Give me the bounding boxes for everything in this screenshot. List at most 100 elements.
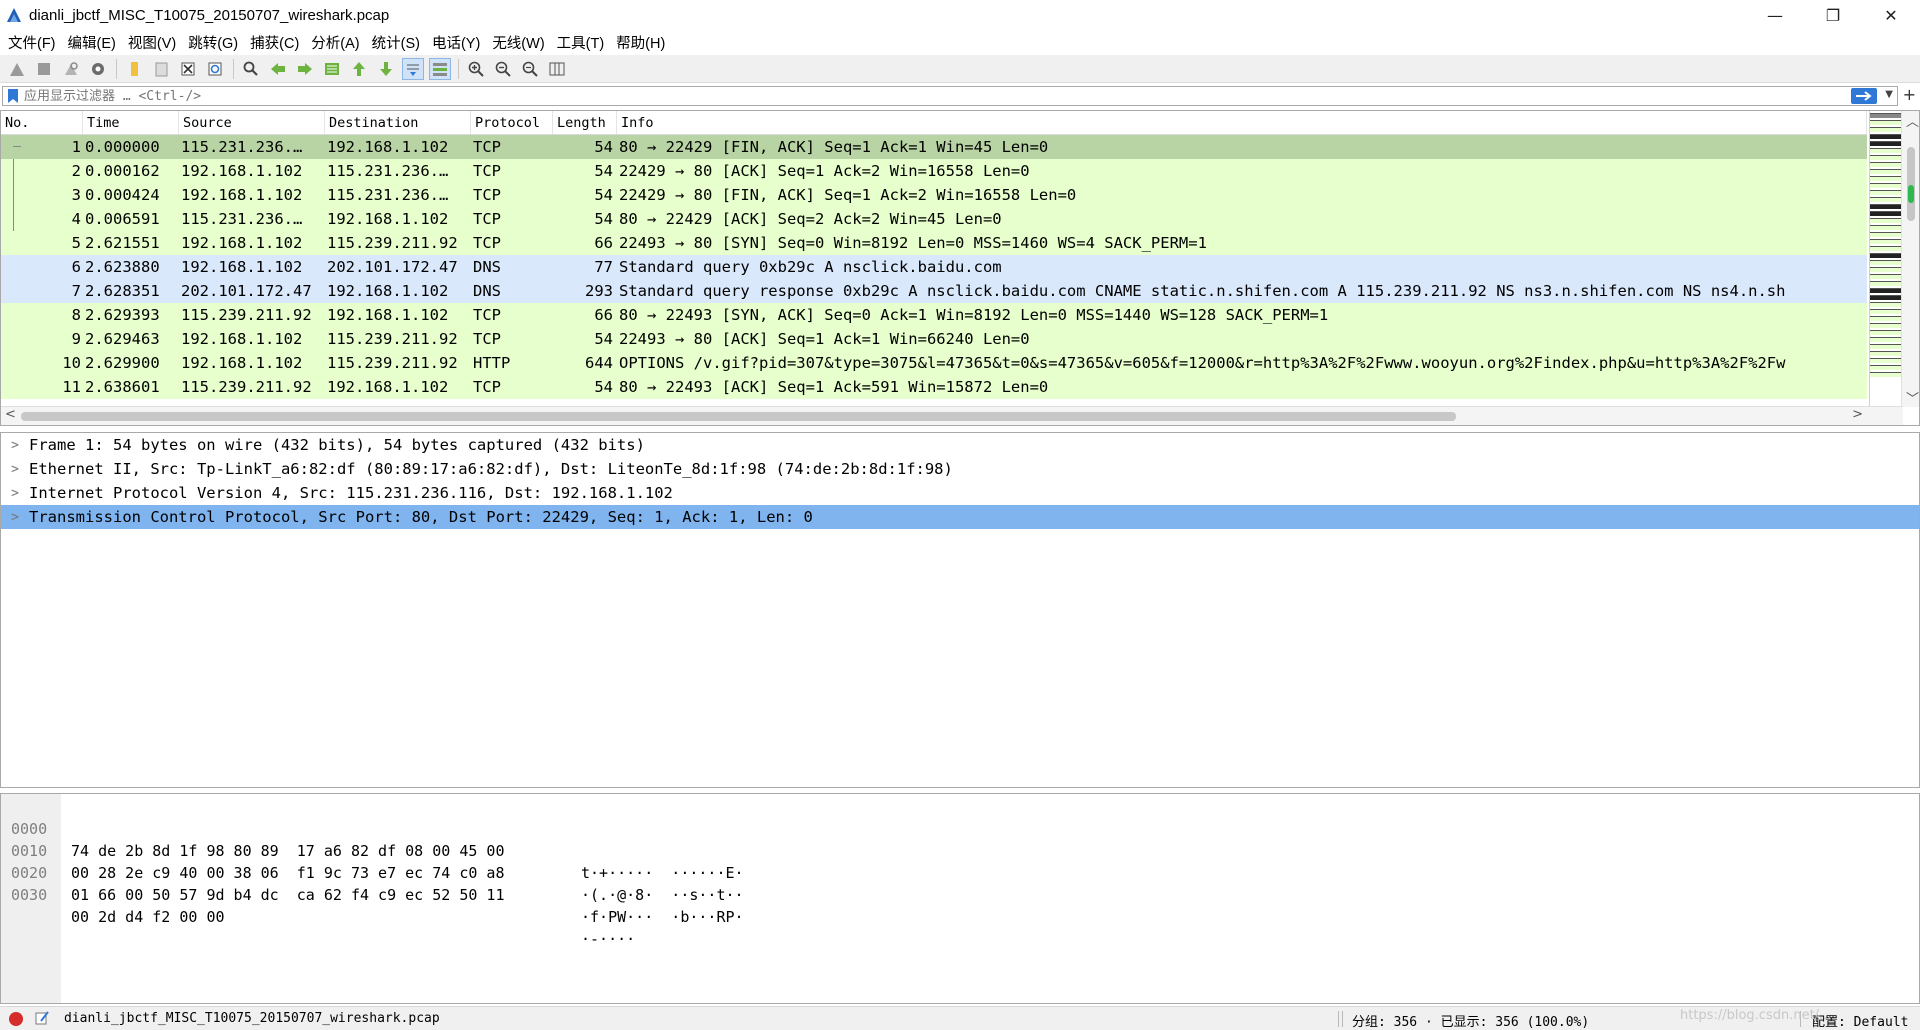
display-filter-field[interactable]: ▼ [2, 86, 1898, 106]
status-separator [1342, 1011, 1343, 1027]
packet-row[interactable]: 8 2.629393 115.239.211.92 192.168.1.102 TCP 6… [1, 303, 1867, 327]
expand-chevron-right-icon[interactable]: > [1, 510, 29, 525]
start-capture-fin-icon[interactable] [6, 58, 28, 80]
byte-hex[interactable]: 74 de 2b 8d 1f 98 80 89 17 a6 82 df 08 0… [71, 840, 504, 862]
column-header-length[interactable]: Length [553, 111, 617, 134]
toolbar-separator [233, 58, 234, 79]
byte-hex[interactable]: 00 28 2e c9 40 00 38 06 f1 9c 73 e7 ec 7… [71, 862, 504, 884]
cell-info: 22493 → 80 [SYN] Seq=0 Win=8192 Len=0 MS… [619, 234, 1207, 252]
zoom-in-icon[interactable] [465, 58, 487, 80]
column-header-no[interactable]: No. [1, 111, 83, 134]
packet-row[interactable]: 10 2.629900 192.168.1.102 115.239.211.92 HTT… [1, 351, 1867, 375]
menu-capture[interactable]: 捕获(C) [246, 32, 307, 53]
add-filter-button[interactable]: + [1903, 85, 1916, 104]
detail-row-tcp[interactable]: > Transmission Control Protocol, Src Por… [1, 505, 1919, 529]
display-filter-input[interactable] [20, 87, 1720, 105]
vertical-scroll-thumb[interactable] [1907, 147, 1915, 221]
packet-row[interactable]: 2 0.000162 192.168.1.102 115.231.236.… TCP 54… [1, 159, 1867, 183]
scroll-left-chevron-icon[interactable]: < [5, 407, 16, 422]
resize-columns-icon[interactable] [546, 58, 568, 80]
go-back-arrow-icon[interactable] [267, 58, 289, 80]
packet-row[interactable]: 7 2.628351 202.101.172.47 192.168.1.102 DNS 2… [1, 279, 1867, 303]
menu-help[interactable]: 帮助(H) [612, 32, 673, 53]
packet-list-header: No. Time Source Destination Protocol Len… [1, 111, 1867, 135]
packet-bytes-pane: 0000 74 de 2b 8d 1f 98 80 89 17 a6 82 df… [0, 793, 1920, 1004]
menu-telephony[interactable]: 电话(Y) [428, 32, 488, 53]
apply-filter-arrow-icon[interactable] [1851, 88, 1877, 104]
cell-length: 77 [594, 258, 613, 276]
minimap-stripe [1870, 260, 1902, 265]
byte-ascii[interactable]: t·+····· ······E· [581, 862, 744, 884]
menu-go[interactable]: 跳转(G) [184, 32, 246, 53]
byte-hex[interactable]: 00 2d d4 f2 00 00 [71, 906, 225, 928]
go-to-packet-icon[interactable] [321, 58, 343, 80]
packet-list-minimap[interactable] [1869, 111, 1902, 407]
packet-row[interactable]: 9 2.629463 192.168.1.102 115.239.211.92 TCP 5… [1, 327, 1867, 351]
filter-bookmark-icon[interactable] [6, 88, 20, 104]
packet-row[interactable]: 6 2.623880 192.168.1.102 202.101.172.47 DNS 7… [1, 255, 1867, 279]
colorize-icon[interactable] [429, 57, 451, 80]
column-header-protocol[interactable]: Protocol [471, 111, 553, 134]
byte-ascii[interactable]: ·(.·@·8· ··s··t·· [581, 884, 744, 906]
cell-no: 10 [62, 354, 81, 372]
save-file-icon[interactable] [150, 58, 172, 80]
cell-length: 66 [594, 234, 613, 252]
auto-scroll-icon[interactable] [402, 57, 424, 80]
go-first-packet-icon[interactable] [348, 58, 370, 80]
horizontal-scroll-thumb[interactable] [21, 412, 1456, 421]
packet-list-vertical-scrollbar[interactable]: ︿ ﹀ [1901, 111, 1919, 407]
zoom-out-icon[interactable] [492, 58, 514, 80]
scroll-down-chevron-icon[interactable]: ﹀ [1906, 388, 1919, 407]
capture-options-gear-icon[interactable] [87, 58, 109, 80]
column-header-source[interactable]: Source [179, 111, 325, 134]
expand-chevron-right-icon[interactable]: > [1, 462, 29, 477]
menu-edit[interactable]: 编辑(E) [64, 32, 124, 53]
menu-statistics[interactable]: 统计(S) [368, 32, 428, 53]
packet-row[interactable]: 1 0.000000 115.231.236.… 192.168.1.102 TCP 54… [1, 135, 1867, 159]
open-file-icon[interactable] [123, 58, 145, 80]
capture-comment-pencil-icon[interactable] [34, 1010, 50, 1026]
column-header-destination[interactable]: Destination [325, 111, 471, 134]
packet-row[interactable]: 3 0.000424 192.168.1.102 115.231.236.… TCP 54… [1, 183, 1867, 207]
expand-chevron-right-icon[interactable]: > [1, 438, 29, 453]
byte-ascii[interactable]: ·f·PW··· ·b···RP· [581, 906, 744, 928]
stop-capture-icon[interactable] [33, 58, 55, 80]
column-header-time[interactable]: Time [83, 111, 179, 134]
go-forward-arrow-icon[interactable] [294, 58, 316, 80]
cell-protocol: TCP [473, 186, 501, 204]
filter-history-chevron-down-icon[interactable]: ▼ [1885, 89, 1893, 100]
reload-file-icon[interactable] [204, 58, 226, 80]
normal-size-icon[interactable] [519, 58, 541, 80]
expand-chevron-right-icon[interactable]: > [1, 486, 29, 501]
detail-row-ip[interactable]: > Internet Protocol Version 4, Src: 115.… [1, 481, 1919, 505]
packet-row[interactable]: 5 2.621551 192.168.1.102 115.239.211.92 TCP 6… [1, 231, 1867, 255]
cell-time: 2.628351 [85, 282, 160, 300]
menu-wireless[interactable]: 无线(W) [488, 32, 552, 53]
menu-file[interactable]: 文件(F) [4, 32, 64, 53]
menu-analyze[interactable]: 分析(A) [307, 32, 367, 53]
minimap-stripe [1870, 190, 1902, 195]
restore-button[interactable]: ❐ [1804, 0, 1862, 30]
detail-row-frame[interactable]: > Frame 1: 54 bytes on wire (432 bits), … [1, 433, 1919, 457]
minimap-stripe [1870, 344, 1902, 349]
scroll-up-chevron-icon[interactable]: ︿ [1906, 111, 1919, 130]
expert-info-dot-icon[interactable] [9, 1012, 23, 1026]
minimap-stripe [1870, 148, 1902, 153]
cell-no: 7 [71, 282, 81, 300]
minimize-button[interactable]: — [1746, 0, 1804, 30]
byte-hex[interactable]: 01 66 00 50 57 9d b4 dc ca 62 f4 c9 ec 5… [71, 884, 504, 906]
restart-capture-icon[interactable] [60, 58, 82, 80]
menu-tools[interactable]: 工具(T) [553, 32, 613, 53]
packet-row[interactable]: 11 2.638601 115.239.211.92 192.168.1.102 TCP… [1, 375, 1867, 399]
scroll-right-chevron-icon[interactable]: > [1852, 407, 1863, 422]
close-button[interactable]: ✕ [1862, 0, 1920, 30]
close-file-icon[interactable] [177, 58, 199, 80]
byte-ascii[interactable]: ·-···· [581, 928, 635, 950]
find-packet-icon[interactable] [240, 58, 262, 80]
packet-row[interactable]: 4 0.006591 115.231.236.… 192.168.1.102 TCP 54… [1, 207, 1867, 231]
packet-list-horizontal-scrollbar[interactable]: < > [1, 406, 1903, 425]
detail-row-ethernet[interactable]: > Ethernet II, Src: Tp-LinkT_a6:82:df (8… [1, 457, 1919, 481]
go-last-packet-icon[interactable] [375, 58, 397, 80]
menu-view[interactable]: 视图(V) [124, 32, 184, 53]
column-header-info[interactable]: Info [617, 111, 1867, 134]
